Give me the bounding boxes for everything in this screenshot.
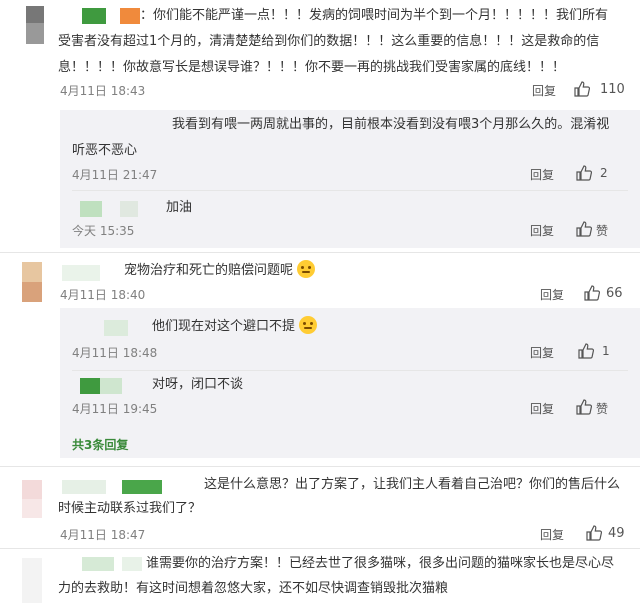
reply-button[interactable]: 回复 xyxy=(540,526,564,543)
comment-text-line: ：你们能不能严谨一点！！！发病的饲喂时间为半个到一个月！！！！！我们所有 xyxy=(140,8,609,23)
thumb-up-icon[interactable] xyxy=(576,399,592,415)
timestamp: 4月11日 18:47 xyxy=(60,528,146,542)
like-count: 1 xyxy=(602,344,610,358)
reply-text: 加油 xyxy=(166,200,193,215)
reply-button[interactable]: 回复 xyxy=(530,400,554,417)
like-count: 110 xyxy=(600,82,625,97)
timestamp: 4月11日 19:45 xyxy=(72,402,158,416)
avatar[interactable] xyxy=(22,262,42,302)
username-mosaic[interactable] xyxy=(120,8,140,24)
comment-text-line: 这是什么意思？出了方案了，让我们主人看着自己治吧？你们的售后什么 xyxy=(204,477,621,492)
thumb-up-icon[interactable] xyxy=(578,343,594,359)
avatar[interactable] xyxy=(22,480,42,518)
username-mosaic[interactable] xyxy=(62,265,100,281)
like-count: 49 xyxy=(608,526,625,541)
comment-2: 宠物治疗和死亡的赔偿问题呢 4月11日 18:40 回复 66 xyxy=(0,252,640,308)
username-mosaic[interactable] xyxy=(120,201,138,217)
timestamp: 4月11日 18:48 xyxy=(72,346,158,360)
comment-3: 这是什么意思？出了方案了，让我们主人看着自己治吧？你们的售后什么 时候主动联系过… xyxy=(0,466,640,544)
timestamp: 今天 15:35 xyxy=(72,224,135,238)
comment-text: 宠物治疗和死亡的赔偿问题呢 xyxy=(124,258,316,284)
reply-button[interactable]: 回复 xyxy=(530,344,554,361)
comment-text-line: 时候主动联系过我们了？ xyxy=(58,501,202,516)
username-mosaic[interactable] xyxy=(122,557,142,571)
avatar[interactable] xyxy=(26,6,44,44)
username-mosaic[interactable] xyxy=(82,557,114,571)
username-mosaic[interactable] xyxy=(104,320,128,336)
reply-button[interactable]: 回复 xyxy=(530,222,554,239)
username-mosaic[interactable] xyxy=(100,378,122,394)
timestamp: 4月11日 21:47 xyxy=(72,168,158,182)
reply-text: 他们现在对这个避口不提 xyxy=(152,314,318,340)
comment-1: ：你们能不能严谨一点！！！发病的饲喂时间为半个到一个月！！！！！我们所有 受害者… xyxy=(0,0,640,110)
timestamp: 4月11日 18:40 xyxy=(60,288,146,302)
username-mosaic[interactable] xyxy=(122,480,162,494)
timestamp: 4月11日 18:43 xyxy=(60,84,146,98)
divider xyxy=(72,370,628,371)
thumb-up-icon[interactable] xyxy=(574,81,590,97)
like-label: 赞 xyxy=(596,402,609,416)
username-mosaic[interactable] xyxy=(80,378,100,394)
comment-text-line: 力的去救助！有这时间想着忽悠大家，还不如尽快调查销毁批次猫粮 xyxy=(58,581,449,596)
shush-emoji-icon xyxy=(297,260,316,278)
username-mosaic[interactable] xyxy=(62,480,106,494)
comment-text-line: 息！！！！你故意写长是想误导谁？！！！你不要一再的挑战我们受害家属的底线！！！ xyxy=(58,60,566,75)
username-mosaic[interactable] xyxy=(82,8,106,24)
username-mosaic[interactable] xyxy=(80,201,102,217)
reply-text: 对呀，闭口不谈 xyxy=(152,377,244,392)
reply-box: 他们现在对这个避口不提 4月11日 18:48 回复 1 对呀，闭口不谈 4月1… xyxy=(60,308,640,458)
comment-4: 谁需要你的治疗方案！！已经去世了很多猫咪，很多出问题的猫咪家长也是尽心尽 力的去… xyxy=(0,548,640,603)
reply-text-content: 他们现在对这个避口不提 xyxy=(152,319,296,334)
reply-text-line: 听恶不恶心 xyxy=(72,143,138,158)
comment-text-line: 谁需要你的治疗方案！！已经去世了很多猫咪，很多出问题的猫咪家长也是尽心尽 xyxy=(146,556,615,571)
reply-text-line: 我看到有喂一两周就出事的，目前根本没看到没有喂3个月那么久的。混淆视 xyxy=(172,117,610,132)
thumb-up-icon[interactable] xyxy=(576,165,592,181)
view-more-replies-link[interactable]: 共3条回复 xyxy=(72,436,128,453)
avatar[interactable] xyxy=(22,558,42,603)
comment-text-content: 宠物治疗和死亡的赔偿问题呢 xyxy=(124,263,294,278)
comment-text-line: 受害者没有超过1个月的，清清楚楚给到你们的数据！！！这么重要的信息！！！这是救命… xyxy=(58,34,600,49)
reply-button[interactable]: 回复 xyxy=(530,166,554,183)
thumb-up-icon[interactable] xyxy=(586,525,602,541)
thumb-up-icon[interactable] xyxy=(584,285,600,301)
divider xyxy=(72,190,628,191)
reply-button[interactable]: 回复 xyxy=(532,82,556,99)
thumb-up-icon[interactable] xyxy=(576,221,592,237)
like-count: 2 xyxy=(600,166,608,180)
like-count: 66 xyxy=(606,286,623,301)
reply-button[interactable]: 回复 xyxy=(540,286,564,303)
smile-emoji-icon xyxy=(299,316,318,334)
like-label: 赞 xyxy=(596,224,609,238)
reply-box: 我看到有喂一两周就出事的，目前根本没看到没有喂3个月那么久的。混淆视 听恶不恶心… xyxy=(60,110,640,248)
